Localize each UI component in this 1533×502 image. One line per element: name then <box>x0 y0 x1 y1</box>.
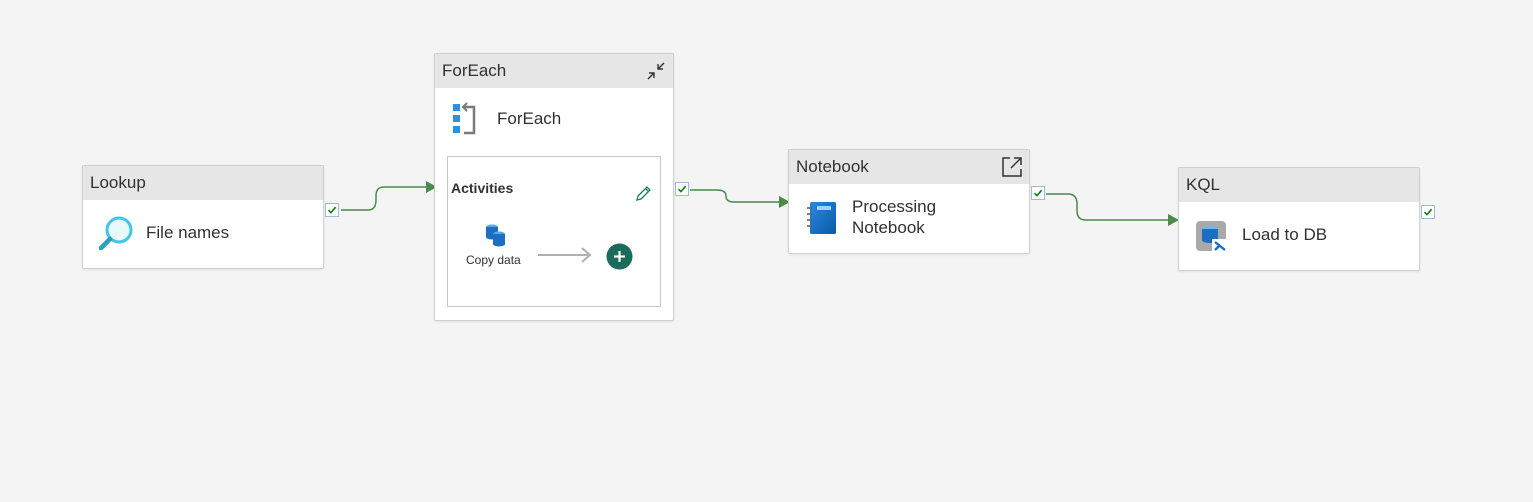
pencil-icon[interactable] <box>633 184 653 204</box>
copy-data-label: Copy data <box>466 253 521 267</box>
kql-database-icon <box>1196 221 1227 253</box>
foreach-header-title: ForEach <box>442 61 507 80</box>
add-activity-icon[interactable] <box>606 243 633 270</box>
activities-title: Activities <box>451 180 514 196</box>
lookup-node-header: Lookup <box>83 166 323 200</box>
lookup-success-port[interactable] <box>325 203 339 217</box>
connector-lookup-foreach <box>341 186 426 211</box>
foreach-activity-node[interactable]: ForEach ForEach Activities Copy data <box>434 53 674 321</box>
notebook-node-header: Notebook <box>789 150 1029 184</box>
activities-container[interactable]: Activities Copy data <box>447 156 661 307</box>
check-icon <box>1423 208 1433 216</box>
kql-activity-node[interactable]: KQL Load to DB <box>1178 167 1420 271</box>
collapse-button[interactable] <box>643 58 669 84</box>
flow-arrow-icon <box>538 247 592 263</box>
open-external-icon <box>1002 157 1022 177</box>
open-notebook-button[interactable] <box>999 154 1025 180</box>
collapse-icon <box>647 62 665 80</box>
check-icon <box>1033 189 1043 197</box>
notebook-icon <box>807 202 836 234</box>
notebook-header-title: Notebook <box>796 157 869 176</box>
lookup-activity-node[interactable]: Lookup File names <box>82 165 324 269</box>
foreach-activity-label: ForEach <box>497 109 562 128</box>
foreach-node-header: ForEach <box>435 54 673 88</box>
kql-activity-label: Load to DB <box>1242 225 1328 244</box>
kql-node-header: KQL <box>1179 168 1419 202</box>
kql-success-port[interactable] <box>1421 205 1435 219</box>
notebook-activity-label-line1: Processing <box>852 197 937 216</box>
copy-data-icon[interactable] <box>484 223 508 249</box>
connector-notebook-kql <box>1046 193 1170 221</box>
notebook-activity-label-line2: Notebook <box>852 218 925 237</box>
foreach-success-port[interactable] <box>675 182 689 196</box>
pipeline-canvas[interactable]: Lookup File names ForEach ForEach Activi… <box>0 0 1533 502</box>
lookup-search-icon <box>98 216 133 251</box>
notebook-activity-node[interactable]: Notebook Processing Notebook <box>788 149 1030 254</box>
lookup-activity-label: File names <box>146 223 230 242</box>
notebook-success-port[interactable] <box>1031 186 1045 200</box>
check-icon <box>327 206 337 214</box>
check-icon <box>677 185 687 193</box>
foreach-icon <box>453 102 476 135</box>
connector-foreach-notebook <box>690 189 780 203</box>
